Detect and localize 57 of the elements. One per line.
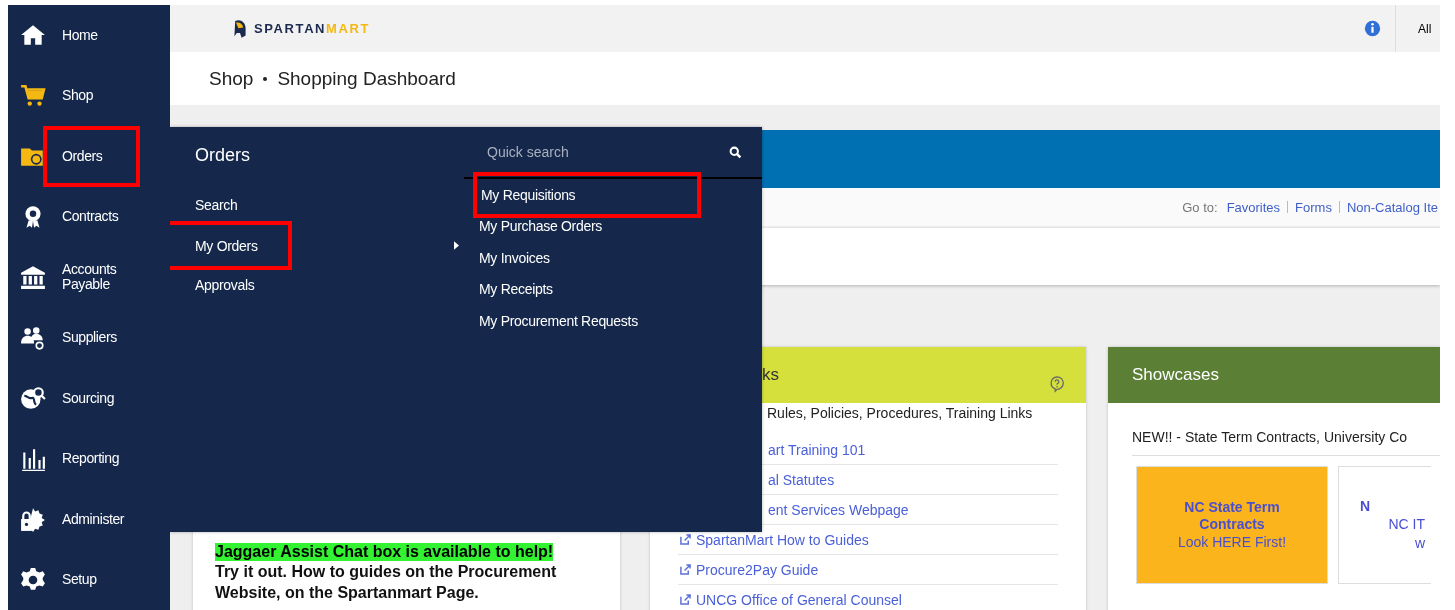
- menu-item[interactable]: My Receipts: [479, 279, 553, 300]
- menu-item[interactable]: My Invoices: [479, 247, 550, 268]
- menu-item[interactable]: My Procurement Requests: [479, 310, 638, 331]
- people-icon: [20, 324, 46, 351]
- tile-title: NC State Term Contracts: [1183, 498, 1281, 533]
- info-icon[interactable]: [1364, 20, 1381, 37]
- resource-link[interactable]: SpartanMart How to Guides: [696, 531, 869, 548]
- lock-gear-icon: [20, 506, 46, 533]
- card-title: Showcases: [1132, 365, 1219, 385]
- helmet-icon: [232, 17, 248, 40]
- menu-title: Orders: [195, 145, 251, 167]
- breadcrumb-item: Shopping Dashboard: [277, 67, 456, 90]
- resource-link[interactable]: art Training 101: [768, 441, 866, 458]
- sidebar-item[interactable]: Setup: [62, 568, 132, 592]
- external-link-icon: [680, 594, 691, 605]
- sidebar-item[interactable]: Shop: [62, 84, 132, 108]
- search-field[interactable]: Quick search: [485, 143, 729, 161]
- external-link-icon: [680, 534, 691, 545]
- card-title: ks: [762, 365, 779, 385]
- menu-item[interactable]: Search: [195, 193, 238, 217]
- goto-link[interactable]: Non-Catalog Ite: [1346, 199, 1438, 215]
- resource-link[interactable]: al Statutes: [768, 471, 835, 488]
- tile-text: Look HERE First!: [1177, 532, 1287, 552]
- sidebar-item[interactable]: Sourcing: [62, 386, 132, 410]
- tile-text: NC IT: [1388, 514, 1425, 534]
- menu-item[interactable]: Approvals: [195, 273, 255, 297]
- resource-link[interactable]: Procure2Pay Guide: [696, 561, 819, 578]
- globe-icon: [20, 385, 46, 412]
- sidebar-item[interactable]: Contracts: [62, 205, 132, 229]
- highlighted-notice: Jaggaer Assist Chat box is available to help!: [215, 543, 554, 561]
- breadcrumb-item[interactable]: Shop: [209, 67, 254, 90]
- menu-item[interactable]: My Purchase Orders: [479, 216, 602, 237]
- sidebar-item[interactable]: Administer: [62, 507, 132, 531]
- resource-link[interactable]: UNCG Office of General Counsel: [696, 591, 902, 608]
- goto-link[interactable]: Forms: [1295, 199, 1332, 215]
- showcase-tile[interactable]: NC State Term Contracts Look HERE First!: [1136, 466, 1328, 584]
- resource-link[interactable]: ent Services Webpage: [768, 501, 909, 518]
- showcase-text: NEW!! - State Term Contracts, University Co: [1132, 403, 1440, 456]
- sidebar-item[interactable]: Reporting: [62, 447, 132, 471]
- sidebar-item[interactable]: Home: [62, 23, 132, 47]
- showcase-tile[interactable]: N NC IT w: [1338, 466, 1431, 584]
- sidebar-item[interactable]: Suppliers: [62, 326, 132, 350]
- bank-icon: [20, 264, 46, 291]
- settings-icon: [20, 566, 46, 593]
- cart-icon: [20, 82, 46, 109]
- card-subtitle: Rules, Policies, Procedures, Training Links: [766, 404, 1034, 423]
- goto-link[interactable]: Favorites: [1226, 199, 1281, 215]
- goto-label: Go to:: [1182, 199, 1218, 215]
- sidebar-item[interactable]: Accounts Payable: [62, 258, 132, 297]
- search-icon: [729, 145, 742, 159]
- breadcrumb-separator: [263, 76, 268, 81]
- tile-title: N: [1358, 497, 1372, 515]
- help-icon[interactable]: [1048, 375, 1066, 393]
- tile-text: w: [1414, 533, 1425, 553]
- notice-text: Try it out. How to guides on the Procurement Website, on the Spartanmart Page.: [215, 562, 558, 603]
- brand-name: SPARTAN MART: [254, 21, 371, 36]
- external-link-icon: [680, 564, 691, 575]
